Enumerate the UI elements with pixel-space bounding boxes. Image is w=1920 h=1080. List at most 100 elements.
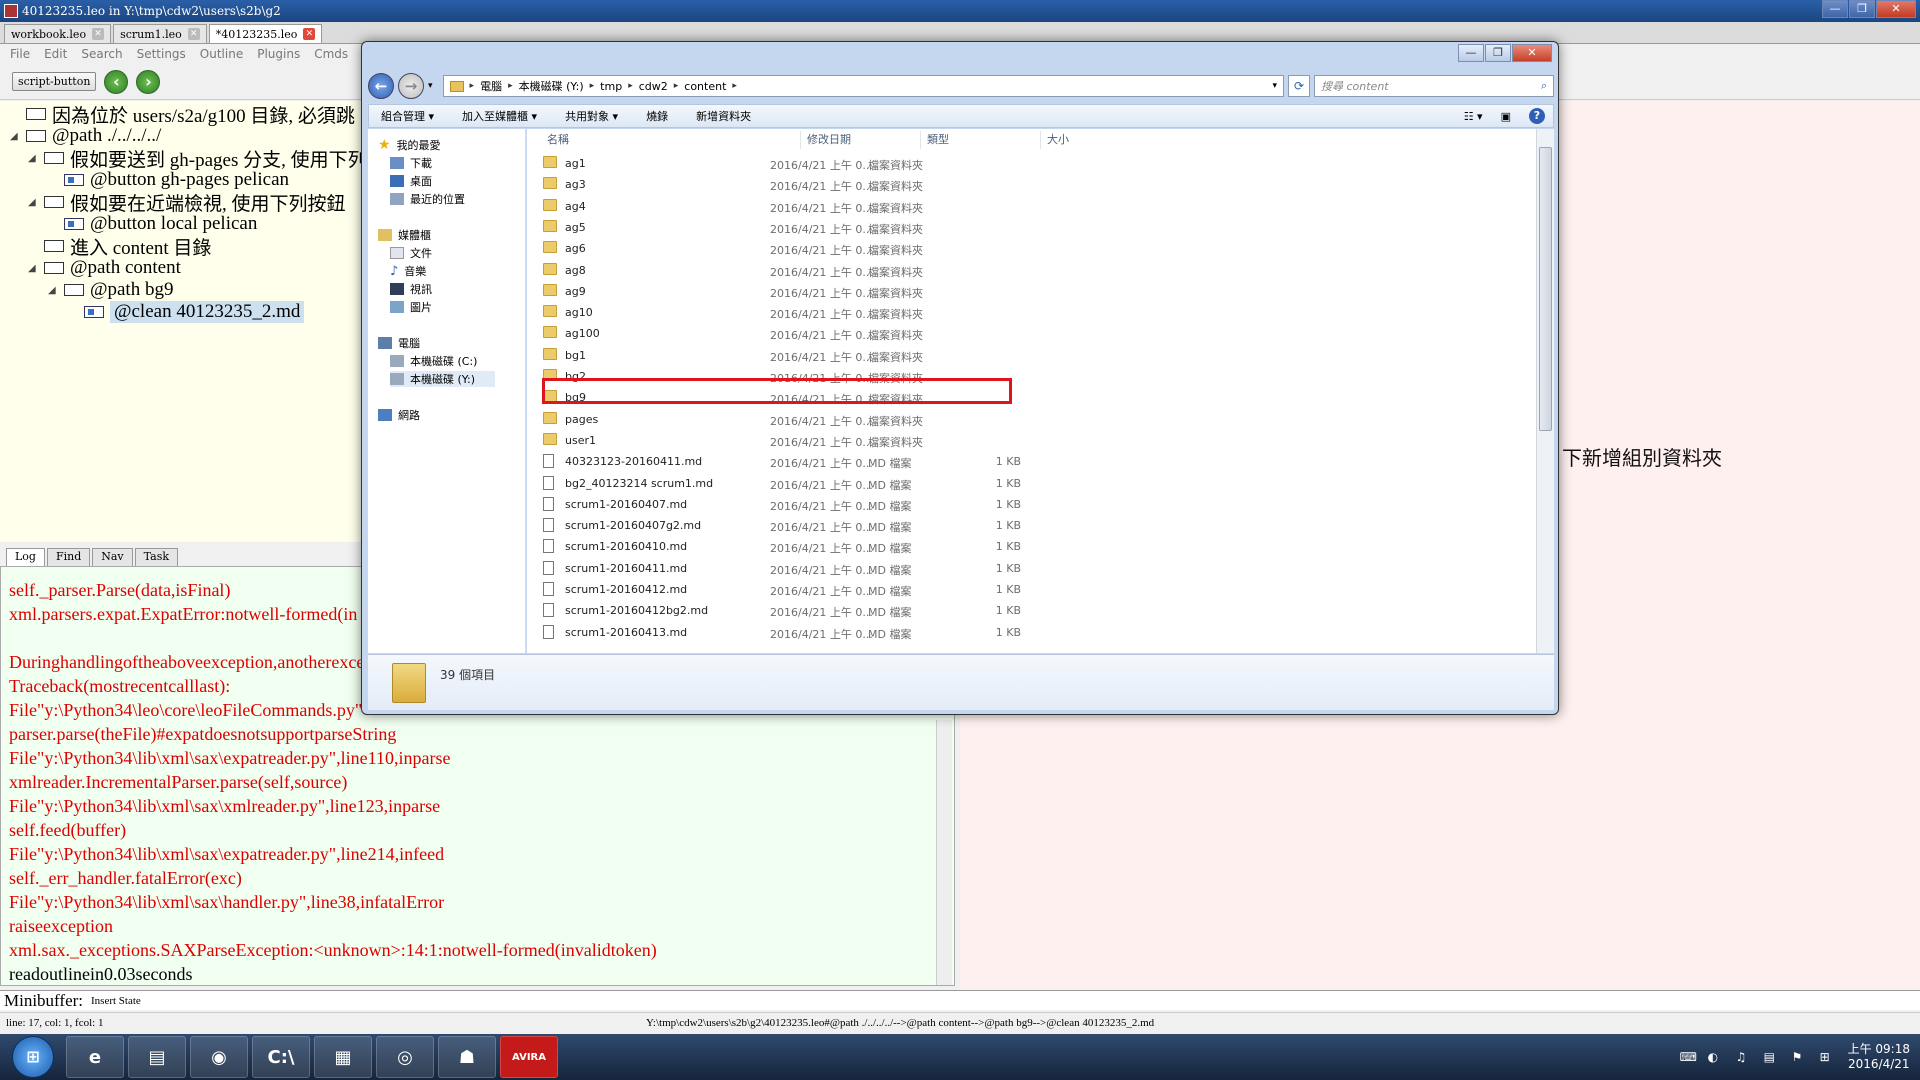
tab-40123235[interactable]: *40123235.leo ✕ <box>208 24 323 43</box>
network-tray-icon[interactable]: ▤ <box>1764 1050 1778 1064</box>
file-row[interactable]: 40323123-20160411.md 2016/4/21 上午 0... MD … <box>541 451 1521 472</box>
tab-workbook[interactable]: workbook.leo ✕ <box>4 24 112 43</box>
nav-network[interactable]: 網路 <box>378 407 420 423</box>
column-modified[interactable]: 修改日期 <box>801 131 921 149</box>
column-type[interactable]: 類型 <box>921 131 1041 149</box>
windows-icon[interactable]: ⊞ <box>1820 1050 1834 1064</box>
file-row[interactable]: scrum1-20160411.md 2016/4/21 上午 0... MD 檔案… <box>541 558 1521 579</box>
menu-settings[interactable]: Settings <box>137 47 186 61</box>
menu-file[interactable]: File <box>10 47 30 61</box>
ie-icon[interactable]: e <box>66 1036 124 1078</box>
chrome-icon[interactable]: ◉ <box>190 1036 248 1078</box>
flag-icon[interactable]: ⚑ <box>1792 1050 1806 1064</box>
nav-videos[interactable]: 視訊 <box>390 281 432 297</box>
menu-cmds[interactable]: Cmds <box>314 47 348 61</box>
nav-recent[interactable]: 最近的位置 <box>390 191 465 207</box>
folder-row[interactable]: ag4 2016/4/21 上午 0... 檔案資料夾 <box>541 196 1521 217</box>
chevron-right-icon[interactable]: ▸ <box>590 81 595 91</box>
minimize-button[interactable]: — <box>1458 44 1484 62</box>
avira-icon[interactable]: AVIRA <box>500 1036 558 1078</box>
history-dropdown-icon[interactable]: ▾ <box>428 81 433 91</box>
nav-pictures[interactable]: 圖片 <box>390 299 432 315</box>
nav-downloads[interactable]: 下載 <box>390 155 432 171</box>
tab-find[interactable]: Find <box>46 548 91 566</box>
address-dropdown-icon[interactable]: ▾ <box>1272 81 1277 91</box>
new-folder-button[interactable]: 新增資料夾 <box>696 108 751 124</box>
menu-search[interactable]: Search <box>81 47 122 61</box>
preview-pane-icon[interactable]: ▣ <box>1501 110 1511 123</box>
outline-node[interactable]: 因為位於 users/s2a/g100 目錄, 必須跳 <box>10 103 355 127</box>
organize-button[interactable]: 組合管理 ▾ <box>381 108 434 124</box>
breadcrumb-tmp[interactable]: tmp <box>600 80 622 93</box>
nav-desktop[interactable]: 桌面 <box>390 173 432 189</box>
nav-drive-y[interactable]: 本機磁碟 (Y:) <box>390 371 496 387</box>
menu-outline[interactable]: Outline <box>200 47 243 61</box>
tab-log[interactable]: Log <box>6 548 45 566</box>
file-row[interactable]: bg2_40123214 scrum1.md 2016/4/21 上午 0... M… <box>541 473 1521 494</box>
breadcrumb-drive-y[interactable]: 本機磁碟 (Y:) <box>519 78 584 94</box>
nav-computer[interactable]: 電腦 <box>378 335 420 351</box>
clock[interactable]: 上午 09:18 2016/4/21 <box>1848 1042 1910 1072</box>
file-row[interactable]: scrum1-20160407g2.md 2016/4/21 上午 0... MD … <box>541 515 1521 536</box>
address-bar[interactable]: ▸ 電腦 ▸ 本機磁碟 (Y:) ▸ tmp ▸ cdw2 ▸ content … <box>442 75 1284 97</box>
sphere-app-icon[interactable]: ◎ <box>376 1036 434 1078</box>
close-icon[interactable]: ✕ <box>187 28 200 40</box>
breadcrumb-cdw2[interactable]: cdw2 <box>639 80 668 93</box>
folder-row[interactable]: ag8 2016/4/21 上午 0... 檔案資料夾 <box>541 260 1521 281</box>
search-icon[interactable]: ⌕ <box>1541 79 1547 93</box>
maximize-button[interactable]: ❐ <box>1485 44 1511 62</box>
expand-triangle-icon[interactable]: ◢ <box>10 131 22 142</box>
folder-row[interactable]: bg1 2016/4/21 上午 0... 檔案資料夾 <box>541 345 1521 366</box>
burn-button[interactable]: 燒錄 <box>646 108 668 124</box>
tab-task[interactable]: Task <box>134 548 179 566</box>
file-list-scrollbar[interactable] <box>1536 129 1554 653</box>
file-row[interactable]: scrum1-20160410.md 2016/4/21 上午 0... MD 檔案… <box>541 536 1521 557</box>
back-arrow-icon[interactable]: ‹ <box>104 69 129 94</box>
breadcrumb-computer[interactable]: 電腦 <box>480 78 502 94</box>
share-with-button[interactable]: 共用對象 ▾ <box>565 108 618 124</box>
tab-scrum1[interactable]: scrum1.leo ✕ <box>113 24 207 43</box>
close-icon[interactable]: ✕ <box>92 28 105 40</box>
minimize-button[interactable]: — <box>1822 0 1848 18</box>
minibuffer[interactable]: Minibuffer: Insert State <box>0 990 1920 1010</box>
column-size[interactable]: 大小 <box>1041 131 1121 149</box>
folder-row[interactable]: pages 2016/4/21 上午 0... 檔案資料夾 <box>541 409 1521 430</box>
refresh-icon[interactable]: ⟳ <box>1288 75 1310 97</box>
menu-plugins[interactable]: Plugins <box>257 47 300 61</box>
folder-row[interactable]: ag5 2016/4/21 上午 0... 檔案資料夾 <box>541 217 1521 238</box>
avira-tray-icon[interactable]: ◐ <box>1708 1050 1722 1064</box>
outline-node[interactable]: ◢ @path bg9 <box>48 279 173 301</box>
script-button[interactable]: script-button <box>12 72 97 91</box>
nav-libraries[interactable]: 媒體櫃 <box>378 227 431 243</box>
file-explorer-icon[interactable]: ▤ <box>128 1036 186 1078</box>
forward-arrow-icon[interactable]: → <box>398 73 424 99</box>
folder-row[interactable]: ag100 2016/4/21 上午 0... 檔案資料夾 <box>541 323 1521 344</box>
volume-icon[interactable]: ♫ <box>1736 1050 1750 1064</box>
file-row[interactable]: scrum1-20160412.md 2016/4/21 上午 0... MD 檔案… <box>541 579 1521 600</box>
chevron-right-icon[interactable]: ▸ <box>732 81 737 91</box>
chevron-right-icon[interactable]: ▸ <box>508 81 513 91</box>
folder-row[interactable]: user1 2016/4/21 上午 0... 檔案資料夾 <box>541 430 1521 451</box>
body-pane-top[interactable] <box>1553 101 1920 542</box>
view-options-icon[interactable]: ☷ ▾ <box>1464 110 1483 123</box>
nav-music[interactable]: ♪ 音樂 <box>390 263 426 279</box>
expand-triangle-icon[interactable]: ◢ <box>28 263 40 274</box>
tab-nav[interactable]: Nav <box>92 548 133 566</box>
outline-node-selected[interactable]: @clean 40123235_2.md <box>68 301 305 323</box>
outline-node[interactable]: ◢ 假如要送到 gh-pages 分支, 使用下列 <box>28 147 361 171</box>
chevron-right-icon[interactable]: ▸ <box>628 81 633 91</box>
column-name[interactable]: 名稱 <box>541 131 801 149</box>
menu-edit[interactable]: Edit <box>44 47 67 61</box>
outline-node[interactable]: ◢ @path content <box>28 257 181 279</box>
folder-row[interactable]: ag6 2016/4/21 上午 0... 檔案資料夾 <box>541 238 1521 259</box>
log-scrollbar[interactable] <box>936 720 952 985</box>
folder-row[interactable]: ag1 2016/4/21 上午 0... 檔案資料夾 <box>541 153 1521 174</box>
cmd-icon[interactable]: C:\ <box>252 1036 310 1078</box>
close-icon[interactable]: ✕ <box>303 28 316 40</box>
expand-triangle-icon[interactable]: ◢ <box>28 153 40 164</box>
close-button[interactable]: ✕ <box>1876 0 1916 18</box>
expand-triangle-icon[interactable]: ◢ <box>28 197 40 208</box>
nav-drive-c[interactable]: 本機磁碟 (C:) <box>390 353 477 369</box>
breadcrumb-content[interactable]: content <box>684 80 726 93</box>
start-button[interactable]: ⊞ <box>12 1036 54 1078</box>
